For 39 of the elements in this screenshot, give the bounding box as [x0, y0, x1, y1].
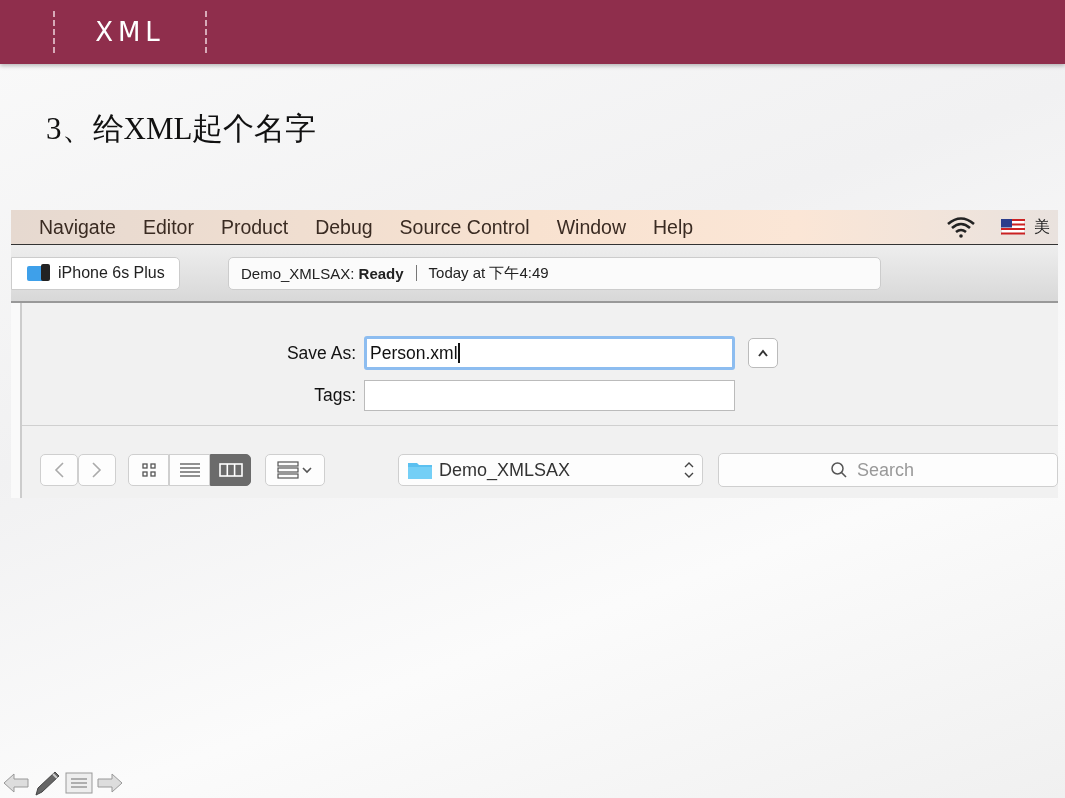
menu-item[interactable]: Editor [142, 215, 194, 239]
scheme-selector[interactable]: iPhone 6s Plus [11, 256, 180, 290]
menu-item[interactable]: Product [220, 215, 289, 239]
input-source[interactable]: 美 [1034, 216, 1050, 238]
view-mode-button[interactable] [210, 454, 251, 486]
device-icon [26, 263, 52, 283]
build-time: Today at 下午4:49 [428, 263, 549, 283]
menu-item[interactable]: Debug [315, 215, 373, 239]
collapse-button[interactable] [748, 338, 778, 368]
grid-icon [140, 462, 157, 478]
chevron-left-icon [53, 461, 65, 479]
tags-label: Tags: [313, 385, 356, 406]
search-icon [830, 461, 848, 479]
wifi-icon[interactable] [946, 216, 976, 238]
menu-item[interactable]: Source Control [399, 215, 530, 239]
save-as-label: Save As: [285, 342, 356, 364]
menu-item[interactable]: Navigate [39, 215, 116, 239]
flag-icon[interactable] [1001, 219, 1025, 235]
tags-field[interactable] [364, 380, 735, 411]
location-popup[interactable]: Demo_XMLSAX [398, 454, 703, 486]
caret-up-icon [757, 349, 769, 357]
columns-icon [218, 462, 243, 478]
forward-button[interactable] [78, 454, 116, 486]
next-slide-icon[interactable] [97, 772, 123, 794]
save-as-field[interactable]: Person.xml [364, 336, 735, 370]
list-icon [178, 462, 201, 478]
build-status: Demo_XMLSAX: Ready [241, 264, 404, 282]
folder-icon [407, 460, 433, 480]
back-button[interactable] [40, 454, 78, 486]
pen-icon[interactable] [33, 770, 61, 796]
menu-item[interactable]: Help [653, 215, 694, 239]
arrange-icon [276, 461, 314, 479]
chevron-right-icon [91, 461, 103, 479]
slide-heading: 3、给XML起个名字 [46, 110, 318, 148]
up-down-icon [684, 461, 694, 479]
search-field[interactable]: Search [718, 453, 1058, 487]
menu-item[interactable]: Window [556, 215, 627, 239]
arrange-button[interactable] [265, 454, 325, 486]
slide-title: XML [94, 17, 166, 47]
